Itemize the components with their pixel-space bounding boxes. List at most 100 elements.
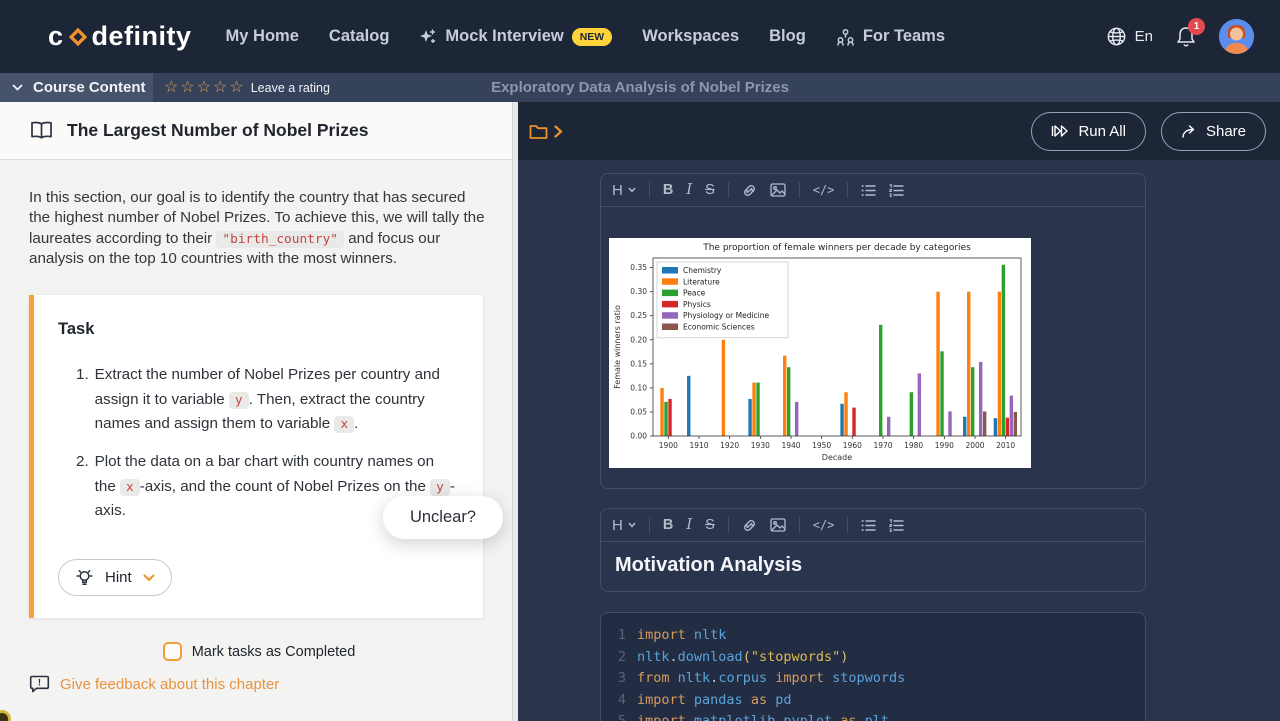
run-all-icon — [1051, 124, 1069, 138]
notifications-button[interactable]: 1 — [1175, 25, 1197, 49]
svg-text:1910: 1910 — [689, 441, 708, 450]
italic-button[interactable]: I — [686, 182, 692, 198]
avatar[interactable] — [1219, 19, 1254, 54]
image-button[interactable] — [770, 518, 786, 532]
svg-text:!: ! — [38, 678, 41, 689]
strikethrough-button[interactable]: S — [705, 182, 715, 198]
bold-button[interactable]: B — [663, 517, 673, 533]
toolbar-divider — [799, 182, 800, 198]
numbered-list-icon — [889, 184, 904, 197]
share-button[interactable]: Share — [1161, 112, 1266, 151]
rating-label: Leave a rating — [251, 81, 330, 95]
svg-text:Decade: Decade — [822, 453, 852, 462]
code-token: import — [775, 668, 824, 690]
share-label: Share — [1206, 123, 1246, 140]
svg-text:0.20: 0.20 — [630, 335, 647, 344]
toolbar-divider — [649, 517, 650, 533]
bold-button[interactable]: B — [663, 182, 673, 198]
run-all-button[interactable]: Run All — [1031, 112, 1146, 151]
nav-item-mock-interview[interactable]: Mock InterviewNEW — [419, 27, 612, 46]
numbered-list-button[interactable] — [889, 519, 904, 532]
line-number: 1 — [615, 625, 626, 647]
code-button[interactable]: </> — [813, 183, 835, 197]
svg-text:Physics: Physics — [683, 300, 711, 309]
language-selector[interactable]: En — [1106, 26, 1153, 47]
unclear-button[interactable]: Unclear? — [383, 496, 503, 539]
mark-completed-checkbox[interactable] — [163, 642, 182, 661]
image-button[interactable] — [770, 183, 786, 197]
nav-item-blog[interactable]: Blog — [769, 27, 806, 46]
people-icon — [836, 28, 855, 46]
code-cell[interactable]: 1import nltk2nltk.download("stopwords")3… — [600, 612, 1146, 721]
task-card: Task 1.Extract the number of Nobel Prize… — [29, 295, 483, 618]
feedback-bubble-icon: ! — [29, 674, 50, 694]
markdown-cell-chart: H B I S — [600, 173, 1146, 489]
mark-completed-label: Mark tasks as Completed — [192, 644, 356, 660]
code-token — [824, 668, 832, 690]
italic-button[interactable]: I — [686, 517, 692, 533]
code-token — [857, 711, 865, 721]
star-icon[interactable]: ☆ — [164, 80, 178, 96]
course-content-toggle[interactable]: Course Content — [0, 73, 153, 102]
star-icon[interactable]: ☆ — [213, 80, 227, 96]
feedback-link[interactable]: ! Give feedback about this chapter — [29, 674, 279, 694]
markdown-heading[interactable]: Motivation Analysis — [615, 554, 1131, 577]
strikethrough-button[interactable]: S — [705, 517, 715, 533]
code-token — [743, 690, 751, 712]
svg-text:0.25: 0.25 — [630, 311, 647, 320]
svg-text:Economic Sciences: Economic Sciences — [683, 323, 755, 332]
navbar-right: En 1 — [1106, 19, 1254, 54]
link-button[interactable] — [742, 518, 757, 533]
task-item-text: Extract the number of Nobel Prizes per c… — [95, 363, 459, 436]
nav-item-workspaces[interactable]: Workspaces — [642, 27, 739, 46]
star-icon[interactable]: ☆ — [197, 80, 211, 96]
inline-code: x — [120, 479, 140, 496]
code-token: as — [751, 690, 767, 712]
code-button[interactable]: </> — [813, 518, 835, 532]
bullet-list-button[interactable] — [861, 519, 876, 532]
line-number: 2 — [615, 647, 626, 669]
link-icon — [742, 518, 757, 533]
numbered-list-icon — [889, 519, 904, 532]
toolbar-divider — [649, 182, 650, 198]
code-token — [686, 625, 694, 647]
line-number: 5 — [615, 711, 626, 721]
code-token — [686, 690, 694, 712]
markdown-toolbar: H B I S — [601, 509, 1145, 542]
notebook-body: H B I S — [518, 160, 1280, 721]
code-token: matplotlib — [694, 711, 775, 721]
mark-completed-row: Mark tasks as Completed — [29, 642, 489, 661]
task-item-number: 2. — [76, 450, 89, 523]
code-line: 2nltk.download("stopwords") — [615, 647, 1145, 669]
svg-text:1970: 1970 — [873, 441, 892, 450]
star-icon[interactable]: ☆ — [180, 80, 194, 96]
heading-dropdown[interactable]: H — [612, 182, 636, 199]
top-navbar: c definity My Home Catalog Mock InterviewN… — [0, 0, 1280, 73]
toolbar-divider — [847, 517, 848, 533]
bullet-list-button[interactable] — [861, 184, 876, 197]
avatar-image — [1219, 19, 1254, 54]
inline-code: y — [229, 392, 249, 409]
nav-item-label: My Home — [226, 27, 299, 46]
nav-item-label: Mock Interview — [445, 27, 563, 46]
code-line: 3from nltk.corpus import stopwords — [615, 668, 1145, 690]
code-line: 4import pandas as pd — [615, 690, 1145, 712]
file-tree-toggle[interactable] — [529, 123, 563, 140]
star-icon[interactable]: ☆ — [229, 80, 243, 96]
code-token — [670, 668, 678, 690]
code-token — [767, 668, 775, 690]
hint-button[interactable]: Hint — [58, 559, 172, 596]
nav-item-my-home[interactable]: My Home — [226, 27, 299, 46]
numbered-list-button[interactable] — [889, 184, 904, 197]
logo-diamond-icon — [65, 24, 91, 50]
lesson-intro: In this section, our goal is to identify… — [29, 188, 485, 269]
heading-dropdown[interactable]: H — [612, 517, 636, 534]
inline-code: "birth_country" — [216, 231, 344, 248]
codefinity-logo[interactable]: c definity — [48, 21, 192, 52]
course-content-label: Course Content — [33, 79, 146, 96]
link-button[interactable] — [742, 183, 757, 198]
svg-text:1980: 1980 — [904, 441, 923, 450]
nav-item-for-teams[interactable]: For Teams — [836, 27, 945, 46]
nav-item-catalog[interactable]: Catalog — [329, 27, 390, 46]
app: c definity My Home Catalog Mock InterviewN… — [0, 0, 1280, 721]
